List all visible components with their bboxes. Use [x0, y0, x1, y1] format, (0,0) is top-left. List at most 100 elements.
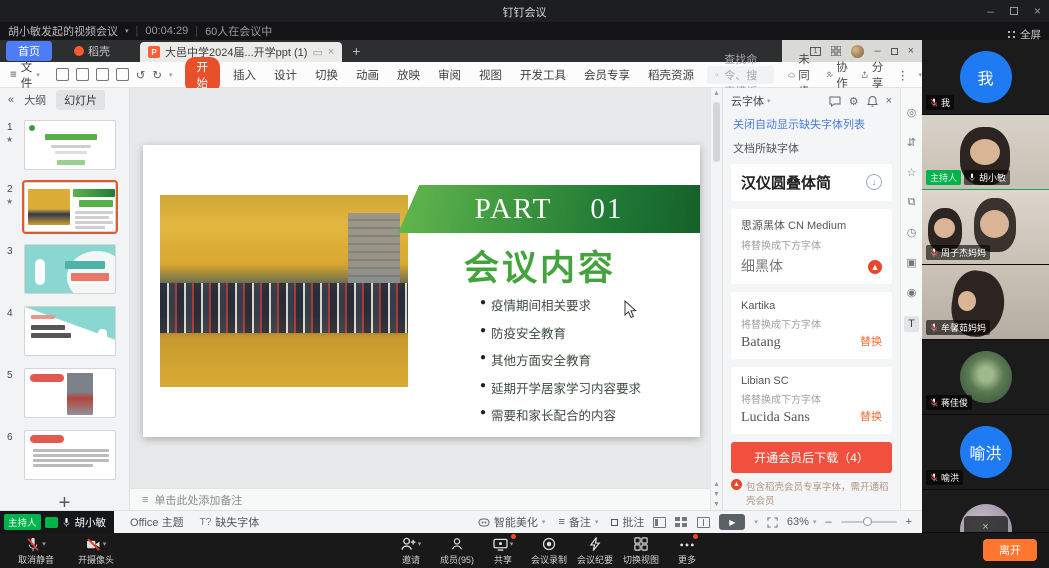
- current-slide[interactable]: PART 01 会议内容 ●疫情期间相关要求 ●防疫安全教育 ●其他方面安全教育…: [143, 145, 700, 437]
- chevron-down-icon[interactable]: ▾: [103, 540, 107, 548]
- minimize-button[interactable]: –: [987, 4, 994, 18]
- participant-tile[interactable]: 牟馨茹妈妈: [922, 265, 1049, 340]
- save-icon[interactable]: [56, 68, 69, 81]
- tab-document[interactable]: P 大邑中学2024届...开学ppt (1) ▭ ×: [140, 42, 342, 62]
- chevron-down-icon[interactable]: ▾: [510, 540, 514, 548]
- missing-fonts-button[interactable]: T? 缺失字体: [200, 514, 260, 530]
- slide-thumbnail-2-active[interactable]: [24, 182, 116, 232]
- tab-close-icon[interactable]: ×: [328, 46, 334, 58]
- redo-icon[interactable]: ↻: [152, 68, 162, 82]
- beautify-tool-icon[interactable]: ☆: [907, 166, 917, 179]
- undo-icon[interactable]: ↺: [136, 68, 146, 82]
- prev-slide-icon[interactable]: ▲: [713, 481, 720, 488]
- zoom-in-button[interactable]: +: [906, 516, 912, 528]
- collapse-panel-button[interactable]: «: [8, 94, 14, 106]
- disable-autoshow-link[interactable]: 关闭自动显示缺失字体列表: [723, 114, 900, 138]
- download-after-membership-button[interactable]: 开通会员后下载（4）: [731, 442, 892, 473]
- ribbon-tab-view[interactable]: 视图: [470, 67, 511, 83]
- ribbon-tab-insert[interactable]: 插入: [224, 67, 265, 83]
- notes-toggle-button[interactable]: ≡ 备注 ▾: [558, 514, 598, 530]
- slide-thumbnail-5[interactable]: [24, 368, 116, 418]
- participant-tile-partial[interactable]: ×: [922, 490, 1049, 533]
- skin-tool-icon[interactable]: ◎: [907, 106, 917, 119]
- font-card[interactable]: Libian SC 将替换成下方字体 Lucida Sans 替换: [731, 367, 892, 434]
- notes-bar[interactable]: ≡ 单击此处添加备注: [130, 488, 710, 510]
- cloud-font-tool-icon[interactable]: T: [904, 316, 919, 332]
- slideshow-play-button[interactable]: ▶: [719, 514, 745, 530]
- scrollbar-thumb[interactable]: [713, 102, 720, 162]
- ribbon-tab-review[interactable]: 审阅: [429, 67, 470, 83]
- location-tool-icon[interactable]: ◉: [907, 286, 917, 299]
- font-card[interactable]: 汉仪圆叠体简 ↓: [731, 164, 892, 201]
- layers-tool-icon[interactable]: ⧉: [908, 196, 916, 209]
- participant-tile[interactable]: 喻洪 喻洪: [922, 415, 1049, 490]
- unmute-button[interactable]: ▾ 取消静音: [8, 536, 64, 566]
- tab-docer[interactable]: 稻壳: [58, 40, 126, 62]
- print-icon[interactable]: [96, 68, 109, 81]
- font-card[interactable]: Kartika 将替换成下方字体 Batang 替换: [731, 292, 892, 359]
- maximize-button[interactable]: [1010, 7, 1018, 15]
- preview-icon[interactable]: [116, 68, 129, 81]
- chevron-down-icon[interactable]: ▾: [125, 27, 129, 35]
- font-card[interactable]: 思源黑体 CN Medium 将替换成下方字体 细黑体 ▲: [731, 209, 892, 284]
- participant-tile[interactable]: 蒋佳俊: [922, 340, 1049, 415]
- fit-window-icon[interactable]: [767, 517, 778, 528]
- share-button[interactable]: 分享: [861, 59, 887, 91]
- more-button[interactable]: 更多: [664, 536, 710, 566]
- normal-view-icon[interactable]: [653, 517, 666, 528]
- participant-tile-host[interactable]: 主持人 胡小敏: [922, 115, 1049, 190]
- chevron-down-icon[interactable]: ▾: [754, 518, 758, 526]
- replace-link[interactable]: 替换: [860, 333, 882, 349]
- adjust-tool-icon[interactable]: ⇵: [907, 136, 916, 149]
- file-menu[interactable]: ≡ 文件 ▾: [0, 59, 48, 91]
- participant-tile-me[interactable]: 我 我: [922, 40, 1049, 115]
- next-slide-icon[interactable]: ▼: [713, 491, 720, 498]
- slide-thumbnail-4[interactable]: [24, 306, 116, 356]
- ribbon-tab-animation[interactable]: 动画: [347, 67, 388, 83]
- chevron-down-icon[interactable]: ▾: [767, 97, 771, 105]
- scroll-down-icon[interactable]: ▼: [713, 501, 720, 508]
- tab-slides[interactable]: 幻灯片: [56, 90, 105, 110]
- new-tab-button[interactable]: +: [352, 43, 360, 59]
- image-tool-icon[interactable]: ▣: [906, 256, 916, 269]
- invite-button[interactable]: ▾ 邀请: [388, 536, 434, 566]
- smart-beautify-button[interactable]: 智能美化 ▾: [478, 514, 546, 530]
- participant-tile[interactable]: 周子杰妈妈: [922, 190, 1049, 265]
- zoom-slider-knob[interactable]: [863, 517, 872, 526]
- ribbon-tab-member[interactable]: 会员专享: [575, 67, 639, 83]
- history-tool-icon[interactable]: ◷: [907, 226, 917, 239]
- ribbon-tab-docer-res[interactable]: 稻壳资源: [639, 67, 703, 83]
- chevron-down-icon[interactable]: ▾: [169, 71, 173, 79]
- camera-on-button[interactable]: ▾ 开摄像头: [68, 536, 124, 566]
- reading-view-icon[interactable]: [697, 517, 710, 528]
- settings-gear-icon[interactable]: ⚙: [849, 95, 859, 108]
- ribbon-tab-devtools[interactable]: 开发工具: [511, 67, 575, 83]
- replace-link[interactable]: 替换: [860, 408, 882, 424]
- slide-thumbnail-1[interactable]: [24, 120, 116, 170]
- slide-thumbnail-3[interactable]: [24, 244, 116, 294]
- close-panel-icon[interactable]: ×: [886, 95, 892, 107]
- switch-view-button[interactable]: 切换视图: [618, 536, 664, 566]
- canvas-scrollbar[interactable]: ▲ ▲ ▼ ▼: [710, 88, 722, 510]
- leave-meeting-button[interactable]: 离开: [983, 539, 1037, 561]
- slide-sorter-view-icon[interactable]: [675, 517, 688, 528]
- chevron-down-icon[interactable]: ▾: [42, 540, 46, 548]
- zoom-level[interactable]: 63% ▾: [787, 516, 817, 528]
- minutes-button[interactable]: 会议纪要: [572, 536, 618, 566]
- share-screen-button[interactable]: ▾ 共享: [480, 536, 526, 566]
- feedback-chat-icon[interactable]: [829, 96, 841, 107]
- collaborate-button[interactable]: 协作: [826, 59, 852, 91]
- slide-canvas[interactable]: PART 01 会议内容 ●疫情期间相关要求 ●防疫安全教育 ●其他方面安全教育…: [130, 88, 710, 488]
- slide-thumbnail-6[interactable]: [24, 430, 116, 480]
- chevron-down-icon[interactable]: ▾: [418, 540, 422, 548]
- zoom-out-button[interactable]: –: [825, 516, 831, 528]
- ribbon-tab-slideshow[interactable]: 放映: [388, 67, 429, 83]
- members-button[interactable]: 成员(95): [434, 536, 480, 566]
- close-button[interactable]: ×: [1034, 4, 1041, 18]
- ribbon-tab-transition[interactable]: 切换: [306, 67, 347, 83]
- scroll-up-icon[interactable]: ▲: [713, 90, 720, 97]
- command-search-input[interactable]: 查找命令、搜索模板: [707, 66, 774, 84]
- zoom-slider[interactable]: [841, 521, 897, 523]
- ribbon-tab-design[interactable]: 设计: [265, 67, 306, 83]
- record-button[interactable]: 会议录制: [526, 536, 572, 566]
